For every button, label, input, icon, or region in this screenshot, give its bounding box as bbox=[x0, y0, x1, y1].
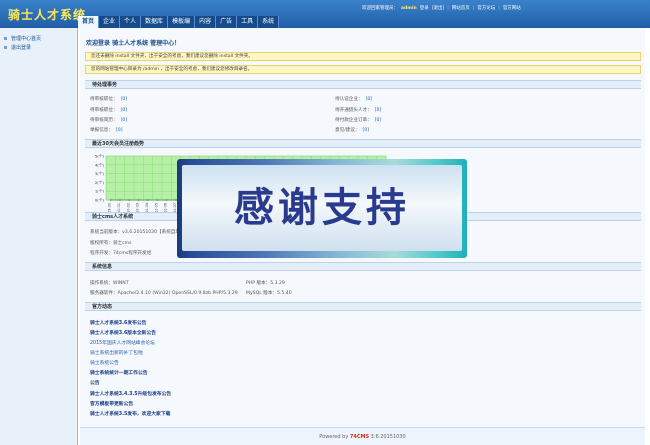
chart-y-tick-label: 1(个) bbox=[95, 189, 105, 194]
pending-item: 待开通猎头人才： [0] bbox=[335, 108, 382, 113]
separator: | bbox=[498, 5, 500, 11]
chart-y-tick-label: 0(个) bbox=[95, 198, 105, 203]
sidebar-item-logout[interactable]: 退出登录 bbox=[4, 44, 31, 51]
sidebar: 管理中心首页 退出登录 bbox=[0, 28, 78, 445]
news-section-title: 官方动态 bbox=[85, 302, 641, 311]
news-item[interactable]: 公告 bbox=[90, 379, 100, 386]
chart-y-tick-label: 3(个) bbox=[95, 171, 105, 176]
chart-section-title: 最近30天会员注册趋势 bbox=[85, 139, 641, 148]
tab-template[interactable]: 模板编 bbox=[168, 16, 196, 28]
pending-count-link[interactable]: [0] bbox=[375, 118, 382, 123]
tab-system[interactable]: 系统 bbox=[258, 16, 280, 28]
separator: | bbox=[472, 5, 475, 11]
welcome-title: 欢迎登录 骑士人才系统 管理中心！ bbox=[86, 40, 181, 47]
pending-count-link[interactable]: [0] bbox=[116, 128, 123, 133]
sysinfo-mysql: MySQL 版本：5.5.40 bbox=[246, 291, 292, 296]
tab-tools[interactable]: 工具 bbox=[237, 16, 259, 28]
tab-ads[interactable]: 广告 bbox=[216, 16, 238, 28]
news-item[interactable]: 骑士人才系统3.4.3.5升级包发布公告 bbox=[90, 390, 171, 397]
chart-y-tick-label: 2(个) bbox=[95, 180, 105, 185]
news-item[interactable]: 骑士人才系统3.6版本全新公告 bbox=[90, 329, 156, 336]
logout-link[interactable]: [退出] bbox=[432, 5, 445, 11]
cms-copyright: 版权所有：骑士cms bbox=[90, 241, 132, 246]
news-item[interactable]: 骑士系统出新的补丁包啦 bbox=[90, 349, 143, 356]
warning-install: 您还未删除 install 文件夹，出于安全的考虑，我们建议您删除 instal… bbox=[85, 52, 641, 61]
sidebar-item-label: 退出登录 bbox=[11, 45, 32, 51]
pending-item: 待认证企业： [0] bbox=[335, 97, 373, 102]
sysinfo-server: 服务器软件：Apache/2.4.10 (Win32) OpenSSL/0.9.… bbox=[90, 291, 238, 296]
chart-point bbox=[165, 199, 168, 201]
chart-point bbox=[128, 199, 131, 201]
chart-y-tick-label: 4(个) bbox=[95, 162, 105, 167]
news-item[interactable]: 骑士系统统计一期工作公告 bbox=[90, 369, 148, 376]
pending-section-title: 待处理事务 bbox=[85, 80, 641, 89]
sidebar-item-admin-home[interactable]: 管理中心首页 bbox=[4, 35, 41, 42]
separator: | bbox=[447, 5, 449, 11]
news-item[interactable]: 官方模板带更新公告 bbox=[90, 400, 133, 407]
tab-content[interactable]: 内容 bbox=[195, 16, 217, 28]
official-forum-link[interactable]: 官方论坛 bbox=[477, 5, 495, 11]
news-item[interactable]: 骑士人才系统3.5发布，欢迎大家下载 bbox=[90, 410, 170, 417]
pending-count-link[interactable]: [0] bbox=[121, 118, 128, 123]
tab-company[interactable]: 企业 bbox=[99, 16, 121, 28]
chart-point bbox=[109, 199, 112, 201]
main-nav: 首页 企业 个人 数据库 模板编 内容 广告 工具 系统 bbox=[78, 16, 280, 28]
footer: Powered by 74CMS 3.6.20151030 bbox=[80, 427, 645, 445]
pending-count-link[interactable]: [0] bbox=[375, 108, 382, 113]
cms-developer: 程序开发：74cms程序开发组 bbox=[90, 251, 152, 256]
footer-version: 3.6.20151030 bbox=[369, 434, 406, 440]
pending-item: 待审核职位： [0] bbox=[90, 108, 128, 113]
pending-item: 待审核职位： [0] bbox=[90, 97, 128, 102]
bullet-icon bbox=[4, 37, 7, 40]
sysinfo-section-title: 系统信息 bbox=[85, 262, 641, 271]
login-link[interactable]: 登录 bbox=[420, 5, 429, 11]
chart-y-tick-label: 5(个) bbox=[95, 154, 105, 159]
pending-count-link[interactable]: [0] bbox=[121, 108, 128, 113]
header: 骑士人才系统 欢迎回家管理员： admin 登录 [退出] | 网站首页 | 官… bbox=[0, 0, 650, 28]
pending-item: 举报信息： [0] bbox=[90, 128, 123, 133]
sysinfo-php: PHP 版本：5.3.29 bbox=[246, 281, 285, 286]
bullet-icon bbox=[4, 46, 7, 49]
pending-item: 待付款企业订单： [0] bbox=[335, 118, 382, 123]
thanks-banner: 感谢支持 bbox=[177, 159, 467, 258]
news-item[interactable]: 骑士系统公告 bbox=[90, 359, 119, 366]
chart-point bbox=[156, 199, 159, 201]
sysinfo-os: 操作系统：WINNT bbox=[90, 281, 129, 286]
site-home-link[interactable]: 网站首页 bbox=[452, 5, 470, 11]
tab-database[interactable]: 数据库 bbox=[141, 16, 169, 28]
news-item[interactable]: 2015年国庆人才网站峰会论坛 bbox=[90, 339, 155, 346]
official-site-link[interactable]: 官方网站 bbox=[503, 5, 521, 11]
pending-item: 待审核简历： [0] bbox=[90, 118, 128, 123]
footer-prefix: Powered by bbox=[319, 434, 350, 440]
pending-item: 意见/建议： [0] bbox=[335, 128, 370, 133]
greeting-text: 欢迎回家管理员： bbox=[362, 6, 398, 11]
cms-version: 系统当前版本：v3.6.20151030【系统自动 bbox=[90, 230, 180, 235]
chart-point bbox=[137, 199, 140, 201]
pending-count-link[interactable]: [0] bbox=[366, 97, 373, 102]
news-item[interactable]: 骑士人才系统3.6发布公告 bbox=[90, 319, 146, 326]
tab-personal[interactable]: 个人 bbox=[120, 16, 142, 28]
top-bar: 欢迎回家管理员： admin 登录 [退出] | 网站首页 | 官方论坛 | 官… bbox=[362, 4, 524, 12]
app-logo: 骑士人才系统 bbox=[8, 8, 87, 22]
username: admin bbox=[401, 5, 417, 11]
thanks-banner-panel: 感谢支持 bbox=[182, 165, 462, 251]
warning-admin-dir: 您的网站管理中心目录为 /admin ，出于安全的考虑，我们建议您修改目录名。 bbox=[85, 65, 641, 74]
sidebar-item-label: 管理中心首页 bbox=[11, 36, 42, 42]
tab-home[interactable]: 首页 bbox=[78, 16, 100, 28]
chart-point bbox=[119, 199, 121, 201]
pending-count-link[interactable]: [0] bbox=[121, 97, 128, 102]
chart-point bbox=[147, 199, 149, 201]
thanks-banner-text: 感谢支持 bbox=[234, 185, 410, 231]
pending-count-link[interactable]: [0] bbox=[363, 128, 370, 133]
footer-brand[interactable]: 74CMS bbox=[350, 434, 369, 440]
